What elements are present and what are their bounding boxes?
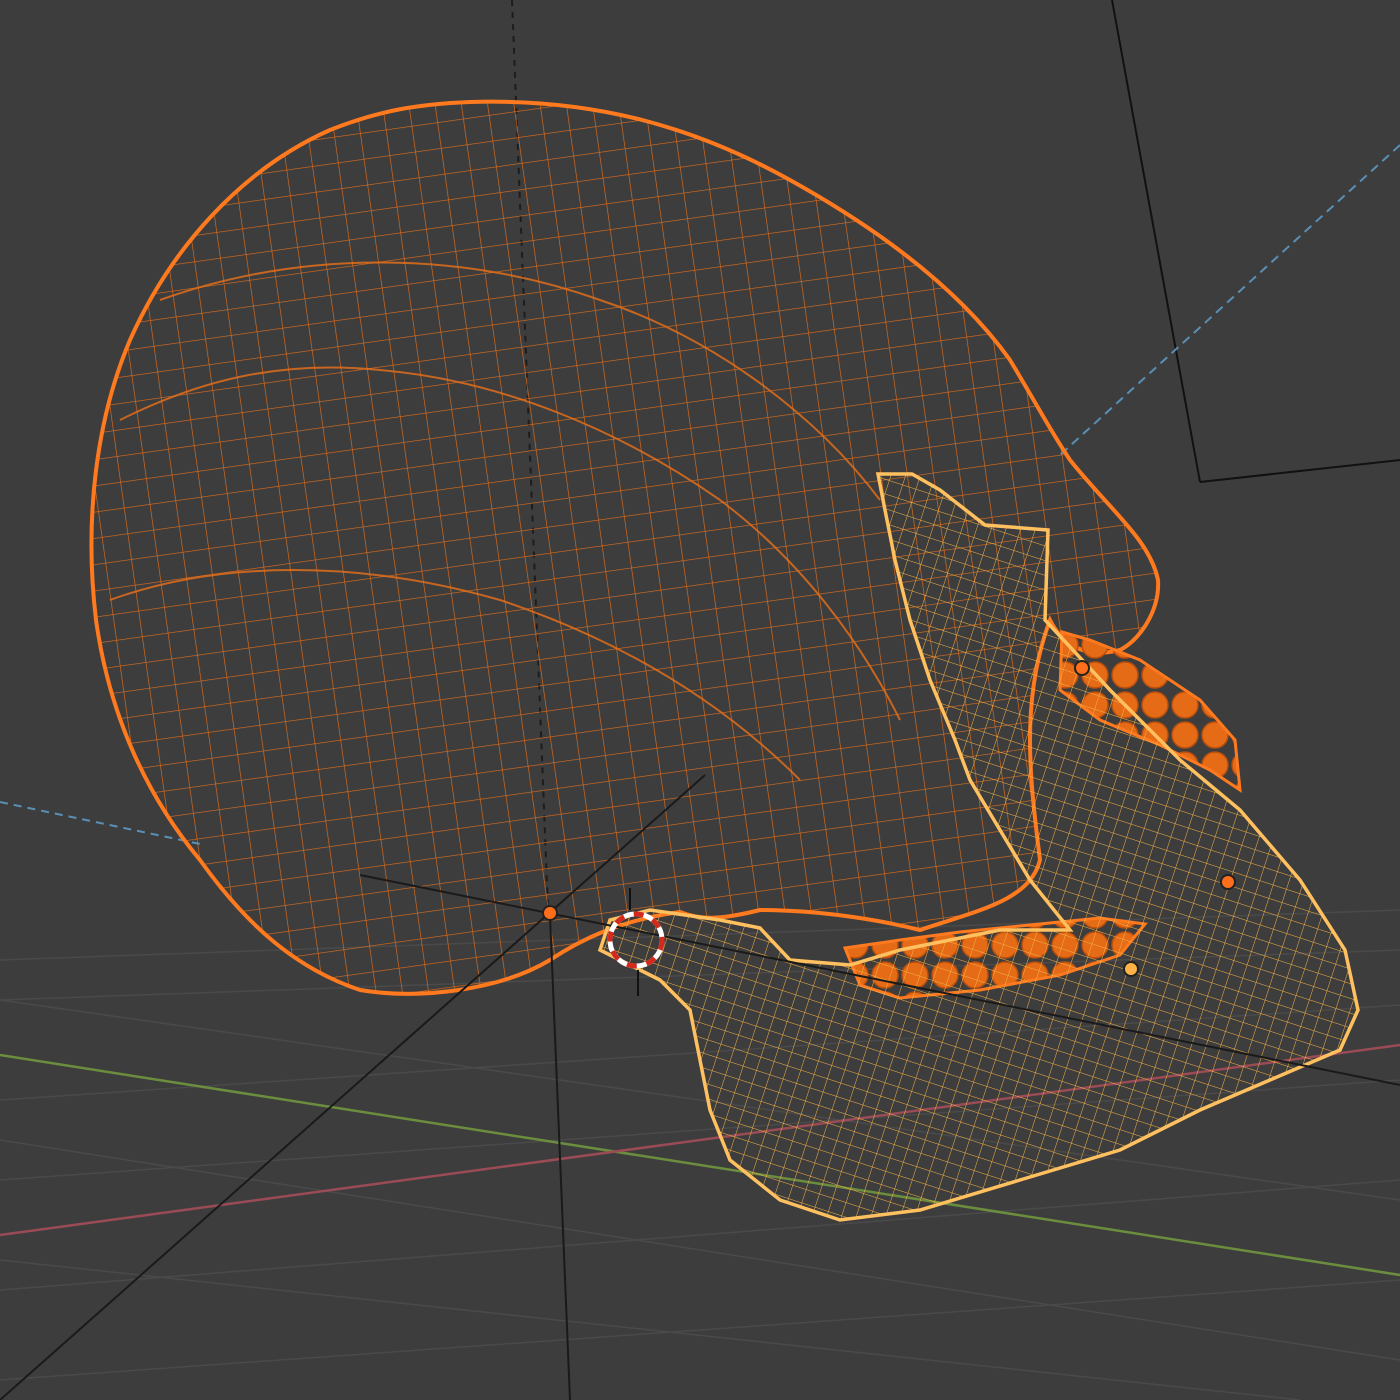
lamp-direction-line bbox=[1059, 144, 1400, 456]
mandible-origin-2 bbox=[1123, 961, 1139, 977]
camera-outline bbox=[1111, 0, 1400, 483]
viewport-scene[interactable] bbox=[0, 0, 1400, 1400]
world-origin bbox=[542, 905, 558, 921]
3d-viewport[interactable] bbox=[0, 0, 1400, 1400]
cranium-origin bbox=[1074, 660, 1090, 676]
teeth-origin bbox=[1220, 874, 1236, 890]
